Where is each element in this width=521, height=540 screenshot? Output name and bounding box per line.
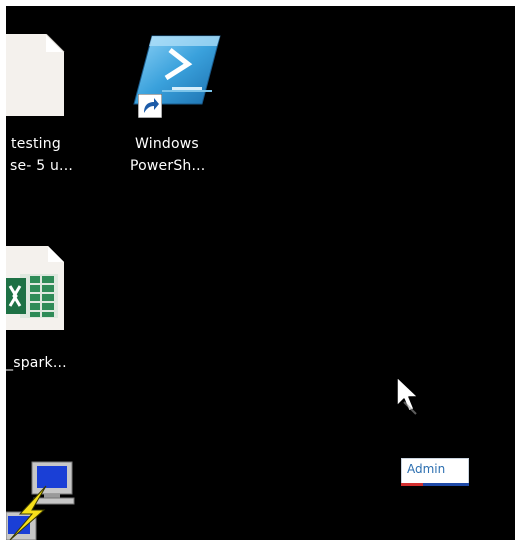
admin-label-box: Admin: [401, 458, 469, 484]
desktop-icon-label-line1: _spark...: [6, 355, 67, 371]
excel-document-icon: [6, 246, 64, 330]
desktop-icon-label-line1: Windows: [135, 136, 199, 152]
desktop: testing se- 5 u... Windows PowerSh... _s…: [0, 0, 521, 540]
shortcut-arrow-icon: [138, 94, 162, 118]
desktop-icon-excel-file[interactable]: _spark...: [6, 236, 116, 386]
desktop-icon-label-line2: se- 5 u...: [10, 158, 73, 174]
desktop-icon-text-file[interactable]: testing se- 5 u...: [6, 6, 116, 196]
network-connection-icon: [6, 461, 75, 540]
desktop-background[interactable]: testing se- 5 u... Windows PowerSh... _s…: [6, 6, 515, 540]
desktop-icon-network-connection[interactable]: [6, 456, 86, 540]
document-icon: [6, 34, 65, 116]
desktop-icon-label-line2: PowerSh...: [130, 158, 206, 174]
desktop-icon-label-line1: testing: [11, 136, 61, 152]
admin-tag-stripe: [401, 483, 469, 486]
desktop-icon-powershell[interactable]: Windows PowerSh...: [118, 6, 248, 196]
admin-tag: Admin: [401, 458, 469, 486]
admin-label: Admin: [407, 462, 446, 476]
mouse-cursor-icon: [396, 376, 419, 415]
